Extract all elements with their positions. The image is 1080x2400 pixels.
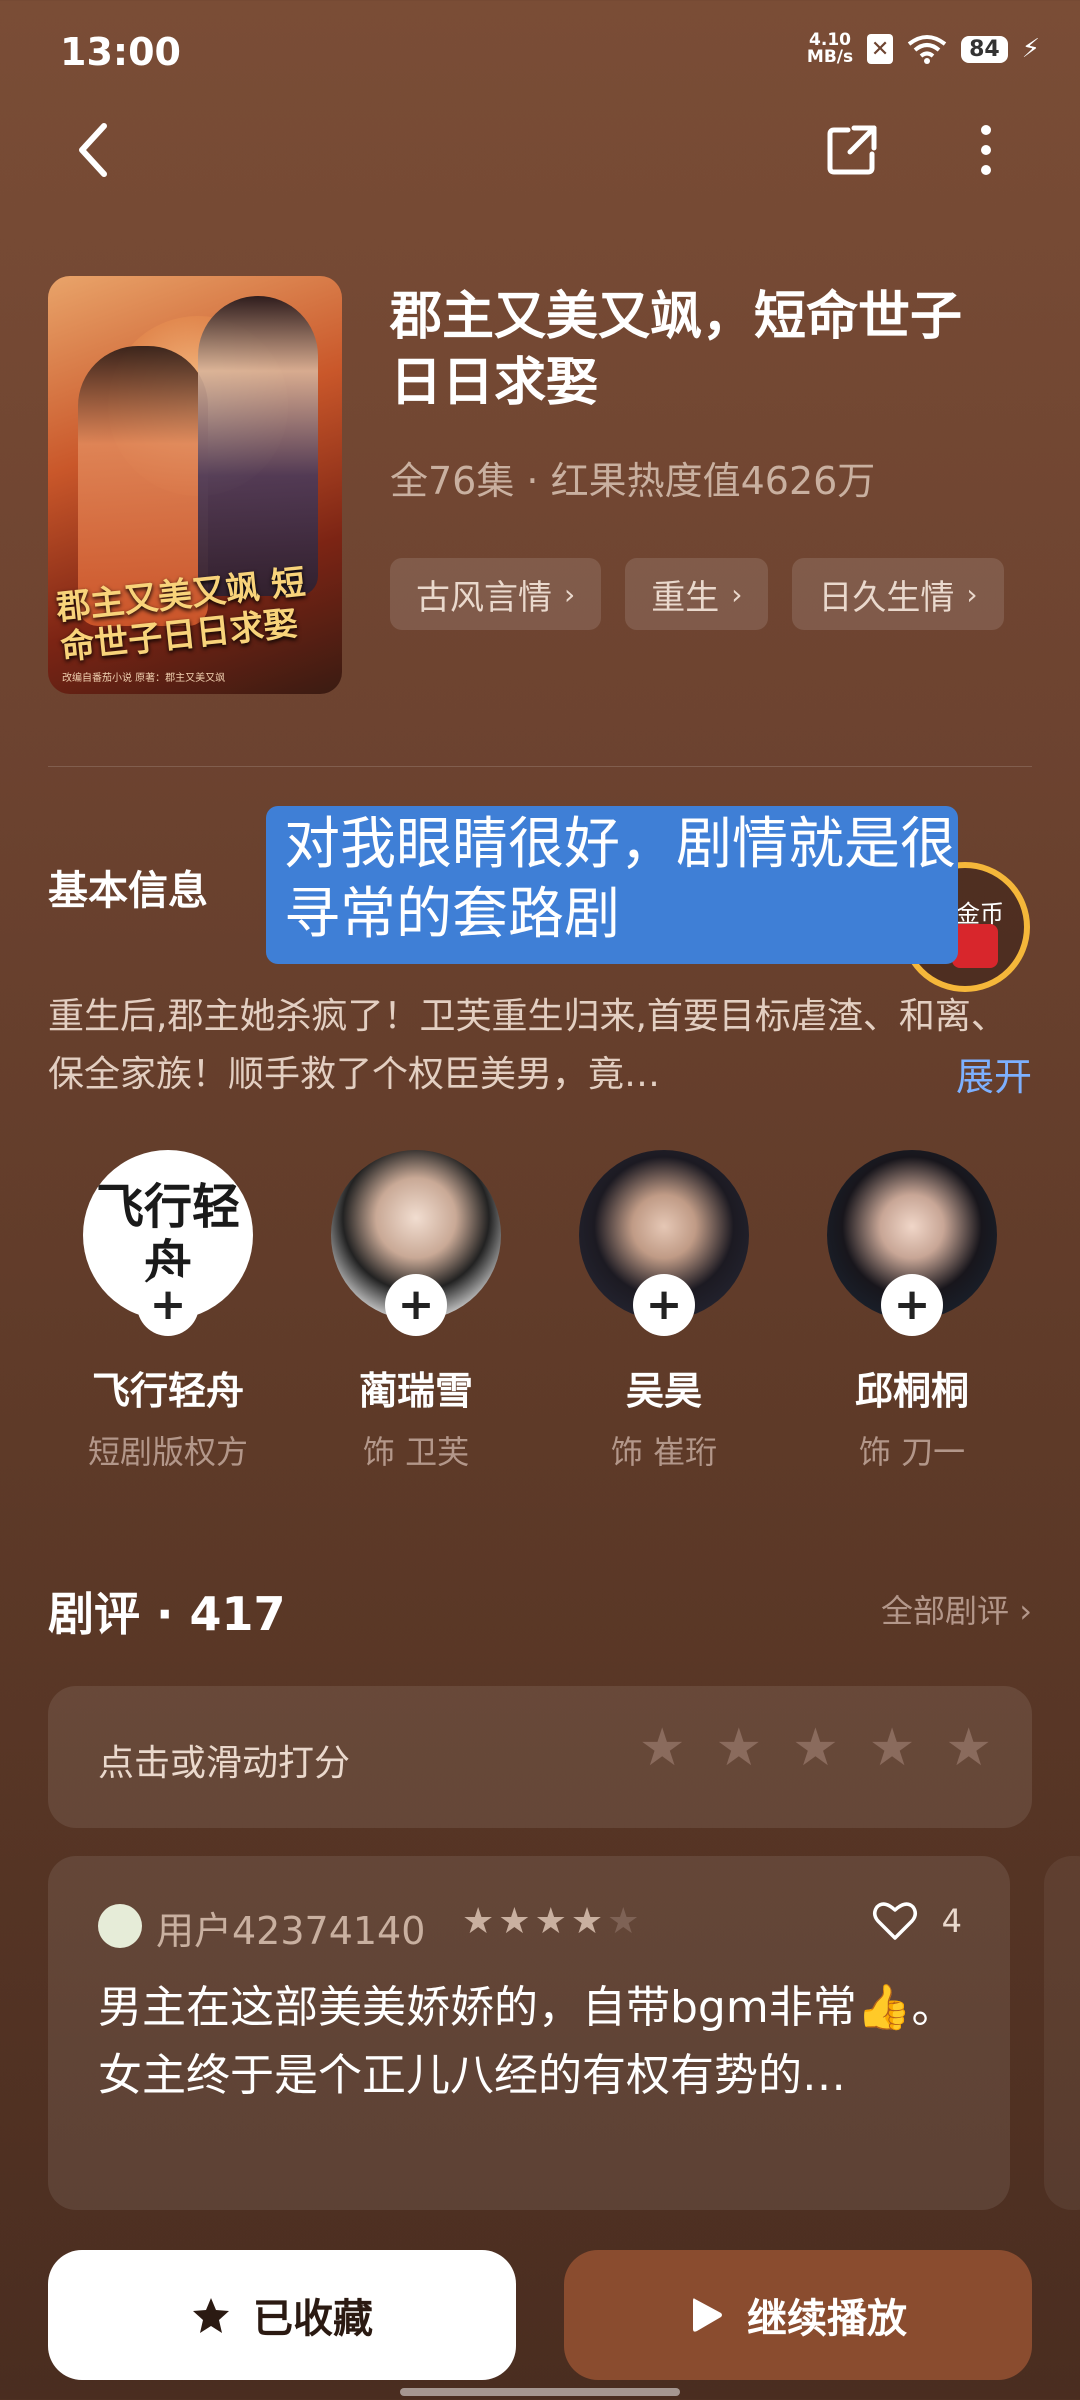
status-time: 13:00 bbox=[60, 30, 181, 74]
rate-prompt: 点击或滑动打分 bbox=[98, 1743, 351, 1784]
chevron-right-icon: › bbox=[564, 577, 576, 611]
star-icon[interactable]: ★ bbox=[792, 1722, 839, 1774]
chevron-right-icon: › bbox=[966, 577, 978, 611]
expand-button[interactable]: 展开 bbox=[956, 1046, 1032, 1101]
rating-box[interactable]: 点击或滑动打分 ★ ★ ★ ★ ★ bbox=[48, 1686, 1032, 1828]
cast-name: 飞行轻舟 bbox=[91, 1369, 244, 1413]
star-icon[interactable]: ★ bbox=[639, 1722, 686, 1774]
review-card-next[interactable] bbox=[1044, 1856, 1080, 2210]
cast-item[interactable]: + 邱桐桐 饰 刀一 bbox=[792, 1150, 1032, 1473]
share-icon bbox=[827, 125, 877, 175]
more-button[interactable] bbox=[950, 114, 1022, 186]
cast-item[interactable]: 飞行轻舟 + 飞行轻舟 短剧版权方 bbox=[48, 1150, 288, 1473]
back-button[interactable] bbox=[58, 114, 130, 186]
cast-name: 蔺瑞雪 bbox=[358, 1369, 473, 1413]
drama-meta: 全76集 · 红果热度值4626万 bbox=[390, 459, 876, 503]
cast-role: 短剧版权方 bbox=[87, 1433, 248, 1471]
red-envelope-icon bbox=[952, 924, 998, 968]
star-icon: ★ bbox=[607, 1901, 640, 1942]
follow-plus-icon[interactable]: + bbox=[633, 1274, 695, 1336]
share-button[interactable] bbox=[816, 114, 888, 186]
drama-description: 重生后,郡主她杀疯了！卫芙重生归来,首要目标虐渣、和离、保全家族！顺手救了个权臣… bbox=[48, 996, 1007, 1095]
overlay-comment: 对我眼睛很好，剧情就是很寻常的套路剧 bbox=[266, 806, 958, 964]
cast-name: 吴昊 bbox=[625, 1369, 702, 1413]
heart-icon[interactable] bbox=[870, 1896, 920, 1946]
poster-caption: 改编自番茄小说 原著：郡主又美又飒 bbox=[62, 673, 226, 684]
cast-role: 饰 刀一 bbox=[858, 1433, 966, 1471]
cast-list: 飞行轻舟 + 飞行轻舟 短剧版权方 + 蔺瑞雪 饰 卫芙 + 吴昊 饰 崔珩 +… bbox=[48, 1150, 1032, 1473]
wifi-icon bbox=[907, 35, 947, 64]
star-icon[interactable]: ★ bbox=[945, 1722, 992, 1774]
follow-plus-icon[interactable]: + bbox=[881, 1274, 943, 1336]
continue-play-button[interactable]: 继续播放 bbox=[564, 2250, 1032, 2380]
play-icon bbox=[693, 2298, 722, 2332]
star-icon bbox=[193, 2298, 229, 2333]
drama-poster[interactable]: 郡主又美又飒 短命世子日日求娶 改编自番茄小说 原著：郡主又美又飒 bbox=[48, 276, 342, 694]
all-reviews-link[interactable]: 全部剧评 › bbox=[881, 1586, 1032, 1632]
cast-role: 饰 卫芙 bbox=[362, 1433, 470, 1471]
battery-indicator: 84 bbox=[961, 35, 1008, 63]
more-vertical-icon bbox=[981, 125, 991, 175]
review-rating: ★ ★ ★ ★ ★ bbox=[462, 1904, 639, 1940]
star-icon: ★ bbox=[534, 1901, 567, 1942]
charging-icon: ⚡ bbox=[1021, 34, 1040, 64]
like-count: 4 bbox=[941, 1902, 962, 1940]
follow-plus-icon[interactable]: + bbox=[137, 1274, 199, 1336]
star-icon: ★ bbox=[570, 1901, 604, 1942]
chevron-left-icon bbox=[79, 123, 107, 177]
drama-title: 郡主又美又飒，短命世子日日求娶 bbox=[390, 287, 963, 413]
tag-chip[interactable]: 重生 › bbox=[625, 558, 769, 630]
cast-item[interactable]: + 蔺瑞雪 饰 卫芙 bbox=[296, 1150, 536, 1473]
rating-stars[interactable]: ★ ★ ★ ★ ★ bbox=[639, 1722, 992, 1774]
star-icon: ★ bbox=[462, 1901, 495, 1942]
chevron-right-icon: › bbox=[731, 577, 743, 611]
star-icon[interactable]: ★ bbox=[869, 1722, 916, 1774]
no-sim-icon: ✕ bbox=[867, 34, 894, 64]
tag-list: 古风言情 › 重生 › 日久生情 › bbox=[390, 558, 1004, 630]
cast-role: 饰 崔珩 bbox=[610, 1433, 718, 1471]
tag-chip[interactable]: 日久生情 › bbox=[792, 558, 1004, 630]
home-indicator[interactable] bbox=[400, 2388, 680, 2396]
tag-chip[interactable]: 古风言情 › bbox=[390, 558, 602, 630]
cast-name: 邱桐桐 bbox=[854, 1369, 969, 1413]
avatar bbox=[98, 1904, 142, 1948]
star-icon[interactable]: ★ bbox=[716, 1722, 763, 1774]
status-icons: 4.10 MB/s ✕ 84 ⚡ bbox=[807, 32, 1040, 66]
divider bbox=[48, 766, 1032, 767]
review-card[interactable]: 用户42374140 ★ ★ ★ ★ ★ 4 男主在这部美美娇娇的，自带bgm非… bbox=[48, 1856, 1010, 2210]
review-text: 男主在这部美美娇娇的，自带bgm非常👍。 女主终于是个正儿八经的有权有势的… bbox=[98, 1982, 956, 2101]
cast-item[interactable]: + 吴昊 饰 崔珩 bbox=[544, 1150, 784, 1473]
follow-plus-icon[interactable]: + bbox=[385, 1274, 447, 1336]
favorite-button[interactable]: 已收藏 bbox=[48, 2250, 516, 2380]
review-user: 用户42374140 bbox=[156, 1909, 426, 1953]
star-icon: ★ bbox=[498, 1901, 531, 1942]
network-speed: 4.10 MB/s bbox=[806, 30, 854, 67]
chevron-right-icon: › bbox=[1009, 1592, 1032, 1630]
reviews-header: 剧评 · 417 bbox=[48, 1587, 286, 1641]
basic-info-title: 基本信息 bbox=[48, 868, 208, 914]
